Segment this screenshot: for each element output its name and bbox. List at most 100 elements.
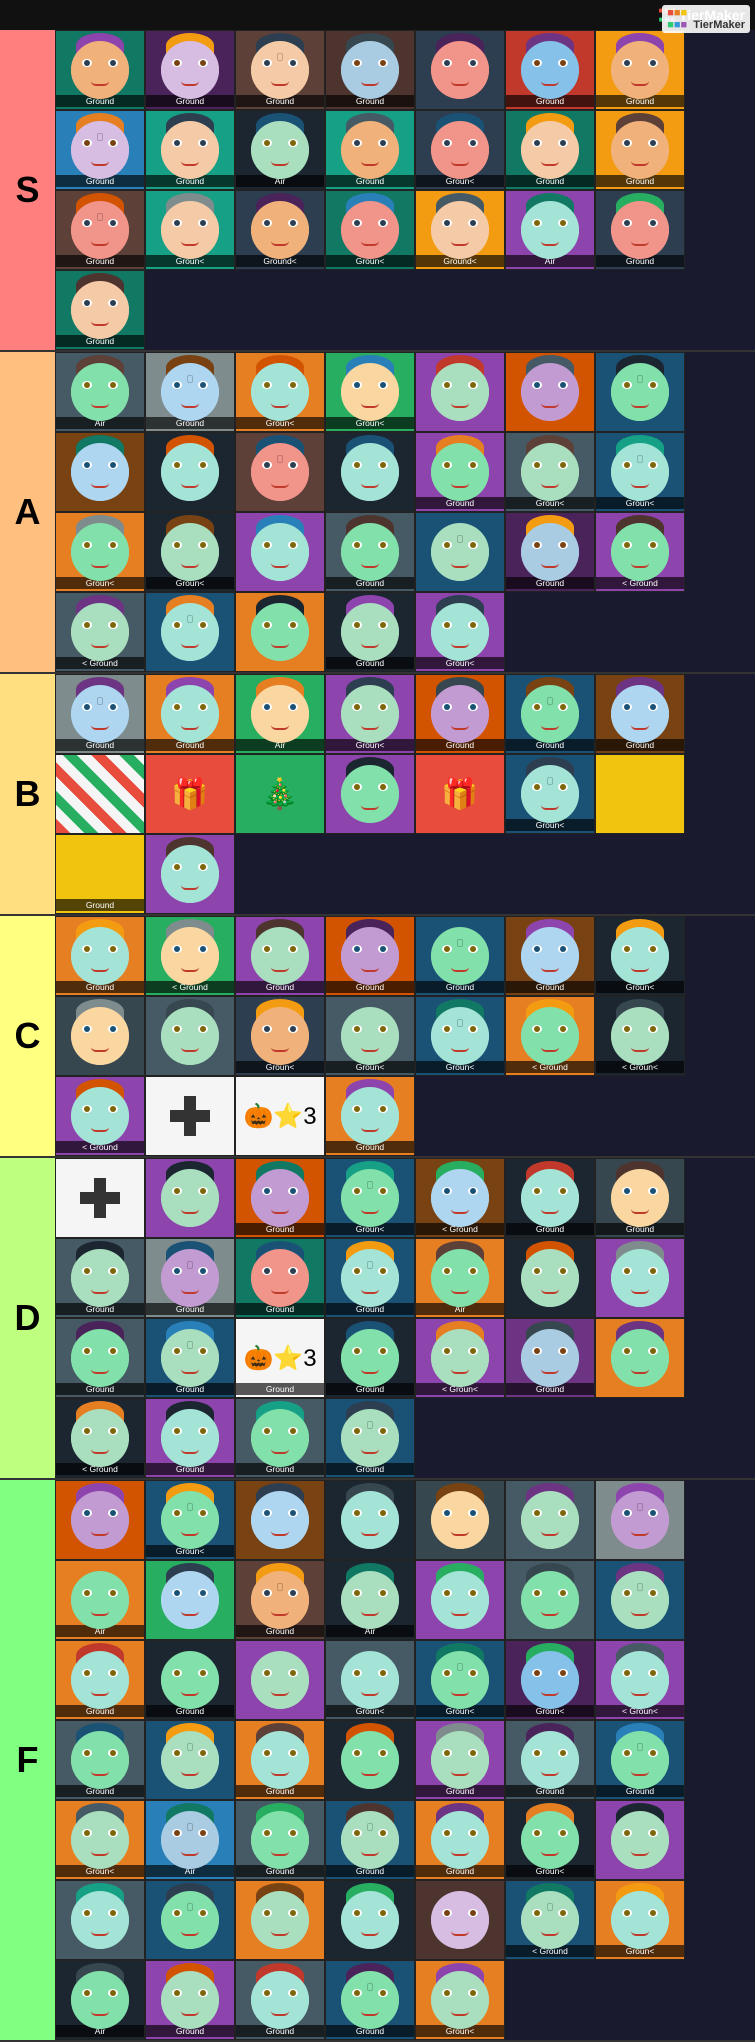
character-card[interactable]: Ground [55,834,145,914]
character-card[interactable] [415,512,505,592]
character-card[interactable] [595,1318,685,1398]
character-card[interactable]: 🎁 [415,754,505,834]
character-card[interactable]: Ground [325,592,415,672]
character-card[interactable]: Groun< [325,996,415,1076]
character-card[interactable]: Groun< [55,1800,145,1880]
character-card[interactable]: Ground [145,674,235,754]
character-card[interactable] [325,1880,415,1960]
character-card[interactable]: Groun< [325,352,415,432]
character-card[interactable]: Ground [145,1398,235,1478]
character-card[interactable]: Groun< [325,1158,415,1238]
character-card[interactable]: Air [55,1960,145,2040]
character-card[interactable]: Ground [325,30,415,110]
character-card[interactable]: Groun< [55,512,145,592]
character-card[interactable] [55,432,145,512]
character-card[interactable]: Ground [415,432,505,512]
character-card[interactable]: Ground [145,30,235,110]
character-card[interactable]: Groun< [595,432,685,512]
character-card[interactable] [55,1880,145,1960]
character-card[interactable]: Ground [505,1720,595,1800]
character-card[interactable]: Ground [325,916,415,996]
character-card[interactable]: Groun< [505,754,595,834]
character-card[interactable] [55,1158,145,1238]
character-card[interactable] [145,1720,235,1800]
character-card[interactable]: Ground [595,1720,685,1800]
character-card[interactable]: Ground [415,1720,505,1800]
character-card[interactable] [415,1480,505,1560]
character-card[interactable]: < Ground [415,1158,505,1238]
character-card[interactable]: 🎃⭐3 Ground [235,1318,325,1398]
character-card[interactable]: Ground [235,916,325,996]
character-card[interactable] [235,1640,325,1720]
character-card[interactable]: Ground [235,1158,325,1238]
character-card[interactable]: 🎁 [145,754,235,834]
character-card[interactable] [595,754,685,834]
character-card[interactable] [505,1238,595,1318]
character-card[interactable]: Groun< [415,110,505,190]
character-card[interactable]: Ground [235,1238,325,1318]
character-card[interactable] [235,432,325,512]
character-card[interactable]: Ground [325,1960,415,2040]
character-card[interactable]: Air [55,352,145,432]
character-card[interactable]: Ground [325,1238,415,1318]
character-card[interactable] [145,1880,235,1960]
character-card[interactable]: Ground [505,1318,595,1398]
character-card[interactable]: Ground [235,30,325,110]
character-card[interactable] [415,1880,505,1960]
character-card[interactable] [145,1076,235,1156]
character-card[interactable]: < Groun< [415,1318,505,1398]
character-card[interactable]: 🎃⭐3 [235,1076,325,1156]
character-card[interactable]: Ground [55,1318,145,1398]
character-card[interactable]: Ground [415,916,505,996]
character-card[interactable]: Ground [55,110,145,190]
character-card[interactable]: Ground [595,30,685,110]
character-card[interactable] [595,1800,685,1880]
character-card[interactable] [505,352,595,432]
character-card[interactable]: Groun< [415,1640,505,1720]
character-card[interactable]: Groun< [235,996,325,1076]
character-card[interactable]: Groun< [325,1640,415,1720]
character-card[interactable]: Ground [145,1960,235,2040]
character-card[interactable] [505,1480,595,1560]
character-card[interactable]: Groun< [235,352,325,432]
character-card[interactable] [55,996,145,1076]
character-card[interactable]: < Ground [145,916,235,996]
character-card[interactable]: Ground [325,512,415,592]
character-card[interactable] [145,1560,235,1640]
character-card[interactable]: Ground [325,1800,415,1880]
character-card[interactable]: Ground [55,1238,145,1318]
character-card[interactable]: Ground [55,1640,145,1720]
character-card[interactable]: Groun< [325,674,415,754]
character-card[interactable]: Ground [505,916,595,996]
character-card[interactable]: Groun< [145,190,235,270]
character-card[interactable] [145,996,235,1076]
character-card[interactable]: < Groun< [595,996,685,1076]
character-card[interactable]: Groun< [145,1480,235,1560]
character-card[interactable] [595,352,685,432]
character-card[interactable]: Ground [145,1238,235,1318]
character-card[interactable]: Groun< [595,1880,685,1960]
character-card[interactable]: Ground [145,1318,235,1398]
character-card[interactable]: Air [505,190,595,270]
character-card[interactable]: < Groun< [595,1640,685,1720]
character-card[interactable] [505,1560,595,1640]
character-card[interactable]: Ground [325,1318,415,1398]
character-card[interactable]: Ground [325,1398,415,1478]
character-card[interactable] [145,1158,235,1238]
character-card[interactable]: Ground [55,270,145,350]
character-card[interactable]: Ground [55,30,145,110]
character-card[interactable]: Ground [505,110,595,190]
character-card[interactable]: Ground [505,1158,595,1238]
character-card[interactable]: Ground [505,30,595,110]
character-card[interactable]: Groun< [505,1800,595,1880]
character-card[interactable] [595,1560,685,1640]
character-card[interactable]: Ground [505,512,595,592]
character-card[interactable] [415,352,505,432]
character-card[interactable]: Air [325,1560,415,1640]
character-card[interactable]: Ground [145,1640,235,1720]
character-card[interactable]: Ground [235,1960,325,2040]
character-card[interactable]: Ground [235,1720,325,1800]
character-card[interactable] [325,1720,415,1800]
character-card[interactable] [55,1480,145,1560]
character-card[interactable]: Ground [55,190,145,270]
